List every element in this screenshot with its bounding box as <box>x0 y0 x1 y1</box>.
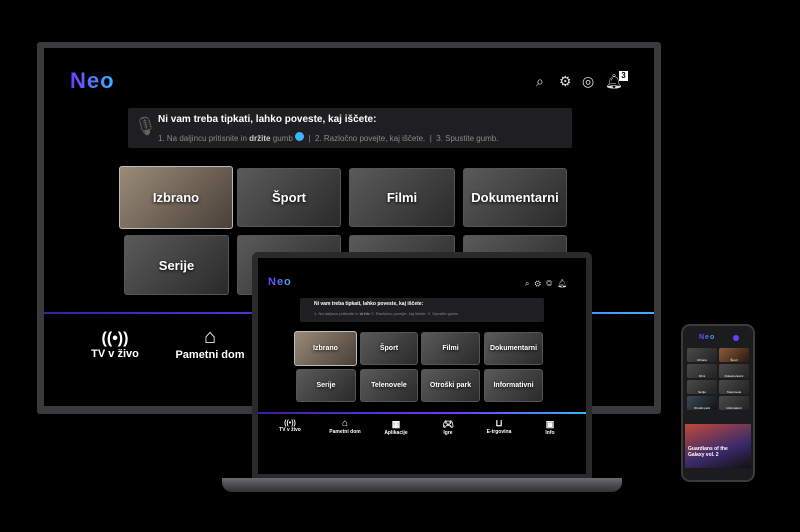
step1-bold: držite <box>249 134 271 143</box>
voice-hint-panel-laptop: Ni vam treba tipkati, lahko poveste, kaj… <box>300 298 544 322</box>
phone-tile[interactable]: Informativni <box>719 396 749 410</box>
neo-logo-phone: Neo <box>699 334 716 341</box>
nav-tv-v-zivo[interactable]: ((•)) TV v živo <box>80 330 150 360</box>
laptop-base <box>222 478 622 492</box>
gamepad-icon: 🎮︎ <box>442 419 454 429</box>
step3-text: 3. Spustite gumb. <box>436 134 499 143</box>
phone-tile[interactable]: Izbrano <box>687 348 717 362</box>
broadcast-icon: ((•)) <box>101 330 129 347</box>
phone-tile[interactable]: Otroški park <box>687 396 717 410</box>
grid-icon: ▦ <box>391 419 401 429</box>
mic-button-icon <box>295 132 304 141</box>
featured-title: Guardians of the Galaxy vol. 2 <box>688 446 728 458</box>
profile-icon[interactable]: ◎ <box>582 73 594 90</box>
step1-text: 1. Na daljincu pritisnite in <box>158 134 247 143</box>
nav-label: Pametni dom <box>175 349 245 361</box>
laptop-nav-apps[interactable]: ▦ Aplikacije <box>376 419 416 436</box>
laptop-nav-divider <box>258 412 586 414</box>
laptop-nav-shop[interactable]: ⊔ E-trgovina <box>478 418 520 435</box>
laptop-tile-filmi[interactable]: Filmi <box>421 332 480 365</box>
step1-bold: držite <box>359 311 371 316</box>
voice-hint-title: Ni vam treba tipkati, lahko poveste, kaj… <box>314 301 424 307</box>
nav-pametni-dom[interactable]: ⌂ Pametni dom <box>170 326 250 361</box>
phone-profile-icon[interactable] <box>733 335 739 341</box>
laptop-tile-telenovele[interactable]: Telenovele <box>360 369 418 402</box>
step2-text: 2. Razločno povejte, kaj iščete. <box>371 311 427 316</box>
info-icon: ▣ <box>545 419 555 429</box>
laptop-tile-serije[interactable]: Serije <box>296 369 356 402</box>
laptop-tile-dokumentarni[interactable]: Dokumentarni <box>484 332 543 365</box>
step2-text: 2. Razločno povejte, kaj iščete. <box>314 134 426 143</box>
phone-tile[interactable]: Telenovele <box>719 380 749 394</box>
laptop-nav-tv[interactable]: ((•)) TV v živo <box>270 420 310 433</box>
laptop-nav-info[interactable]: ▣ Info <box>530 419 570 436</box>
neo-logo: Neo <box>70 68 115 93</box>
voice-hint-panel: 🎙︎ Ni vam treba tipkati, lahko poveste, … <box>128 108 572 148</box>
nav-label: TV v živo <box>279 427 301 433</box>
home-icon: ⌂ <box>341 418 349 429</box>
laptop-tile-otroski-park[interactable]: Otroški park <box>421 369 480 402</box>
step3-text: 3. Spustite gumb. <box>427 311 459 316</box>
home-icon: ⌂ <box>203 326 217 348</box>
tile-sport[interactable]: Šport <box>237 168 341 227</box>
nav-label: Igre <box>443 430 453 436</box>
laptop-nav-games[interactable]: 🎮︎ Igre <box>428 419 468 436</box>
nav-label: E-trgovina <box>486 429 512 435</box>
laptop-tile-informativni[interactable]: Informativni <box>484 369 543 402</box>
laptop-header-icons[interactable]: ⌕⚙◎🔔︎ <box>525 279 572 289</box>
gear-icon[interactable]: ⚙ <box>559 73 572 90</box>
laptop-tile-izbrano[interactable]: Izbrano <box>294 331 357 366</box>
phone-tile[interactable]: Filmi <box>687 364 717 378</box>
voice-hint-steps: 1. Na daljincu pritisnite in držite 2. R… <box>314 311 459 316</box>
nav-label: Pametni dom <box>329 429 361 435</box>
tile-izbrano[interactable]: Izbrano <box>119 166 233 229</box>
voice-hint-steps: 1. Na daljincu pritisnite in držite gumb… <box>158 132 499 143</box>
broadcast-icon: ((•)) <box>284 420 296 427</box>
phone-tile[interactable]: Šport <box>719 348 749 362</box>
nav-label: TV v živo <box>91 348 139 360</box>
phone-featured-banner[interactable]: Guardians of the Galaxy vol. 2 <box>685 424 751 468</box>
microphone-icon: 🎙︎ <box>134 116 157 136</box>
step1-post: gumb <box>272 134 293 143</box>
phone-frame: Neo Izbrano Šport Filmi Dokumentarni Ser… <box>681 324 755 482</box>
laptop-screen <box>258 258 586 474</box>
laptop-tile-sport[interactable]: Šport <box>360 332 418 365</box>
voice-hint-title: Ni vam treba tipkati, lahko poveste, kaj… <box>158 114 377 125</box>
nav-label: Info <box>545 430 555 436</box>
neo-logo-laptop: Neo <box>268 276 292 288</box>
laptop-nav-home[interactable]: ⌂ Pametni dom <box>322 418 368 435</box>
tile-dokumentarni[interactable]: Dokumentarni <box>463 168 567 227</box>
phone-tile[interactable]: Serije <box>687 380 717 394</box>
tile-serije[interactable]: Serije <box>124 235 229 295</box>
phone-category-grid: Izbrano Šport Filmi Dokumentarni Serije … <box>687 348 749 410</box>
search-icon[interactable]: ⌕ <box>536 73 544 90</box>
shopping-bag-icon: ⊔ <box>495 418 503 428</box>
step1-text: 1. Na daljincu pritisnite in <box>314 311 359 316</box>
tile-filmi[interactable]: Filmi <box>349 168 455 227</box>
notification-badge: 3 <box>619 71 628 81</box>
phone-tile[interactable]: Dokumentarni <box>719 364 749 378</box>
nav-label: Aplikacije <box>384 430 408 436</box>
